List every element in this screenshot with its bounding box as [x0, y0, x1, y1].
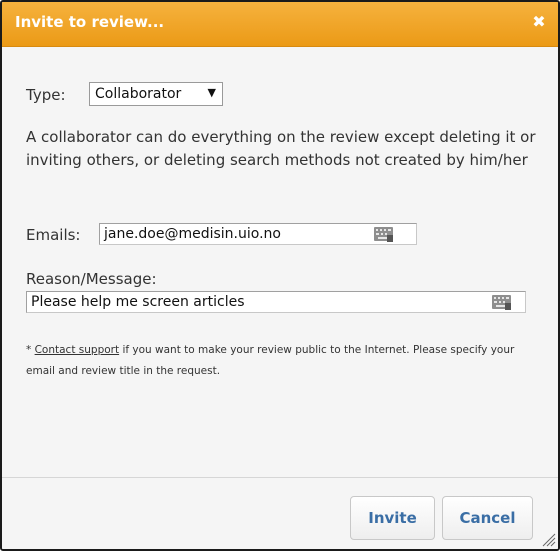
- note-prefix: *: [26, 344, 35, 356]
- invite-dialog: Invite to review... ✖ Type: Collaborator…: [0, 0, 560, 551]
- close-icon[interactable]: ✖: [530, 13, 548, 31]
- type-label: Type:: [26, 86, 66, 104]
- support-note: * Contact support if you want to make yo…: [26, 340, 541, 382]
- virtual-keyboard-icon[interactable]: [374, 226, 394, 242]
- chevron-down-icon: ▼: [207, 86, 216, 99]
- dialog-title: Invite to review...: [15, 13, 165, 31]
- emails-input-value: jane.doe@medisin.uio.no: [104, 226, 281, 242]
- reason-label: Reason/Message:: [26, 270, 157, 288]
- type-description: A collaborator can do everything on the …: [26, 128, 536, 169]
- type-select[interactable]: Collaborator ▼: [89, 82, 223, 106]
- dialog-footer: Invite Cancel: [2, 477, 558, 549]
- type-select-value: Collaborator: [95, 86, 182, 102]
- virtual-keyboard-icon[interactable]: [492, 294, 512, 310]
- dialog-titlebar[interactable]: Invite to review... ✖: [2, 2, 558, 47]
- cancel-button[interactable]: Cancel: [442, 496, 533, 540]
- emails-input[interactable]: jane.doe@medisin.uio.no: [99, 223, 417, 245]
- invite-button[interactable]: Invite: [350, 496, 435, 540]
- contact-support-link[interactable]: Contact support: [35, 344, 120, 356]
- dialog-body: [2, 47, 558, 477]
- emails-label: Emails:: [26, 226, 81, 244]
- reason-input-value: Please help me screen articles: [31, 294, 245, 310]
- reason-input[interactable]: Please help me screen articles: [26, 291, 526, 313]
- resize-grip-icon[interactable]: [540, 531, 556, 547]
